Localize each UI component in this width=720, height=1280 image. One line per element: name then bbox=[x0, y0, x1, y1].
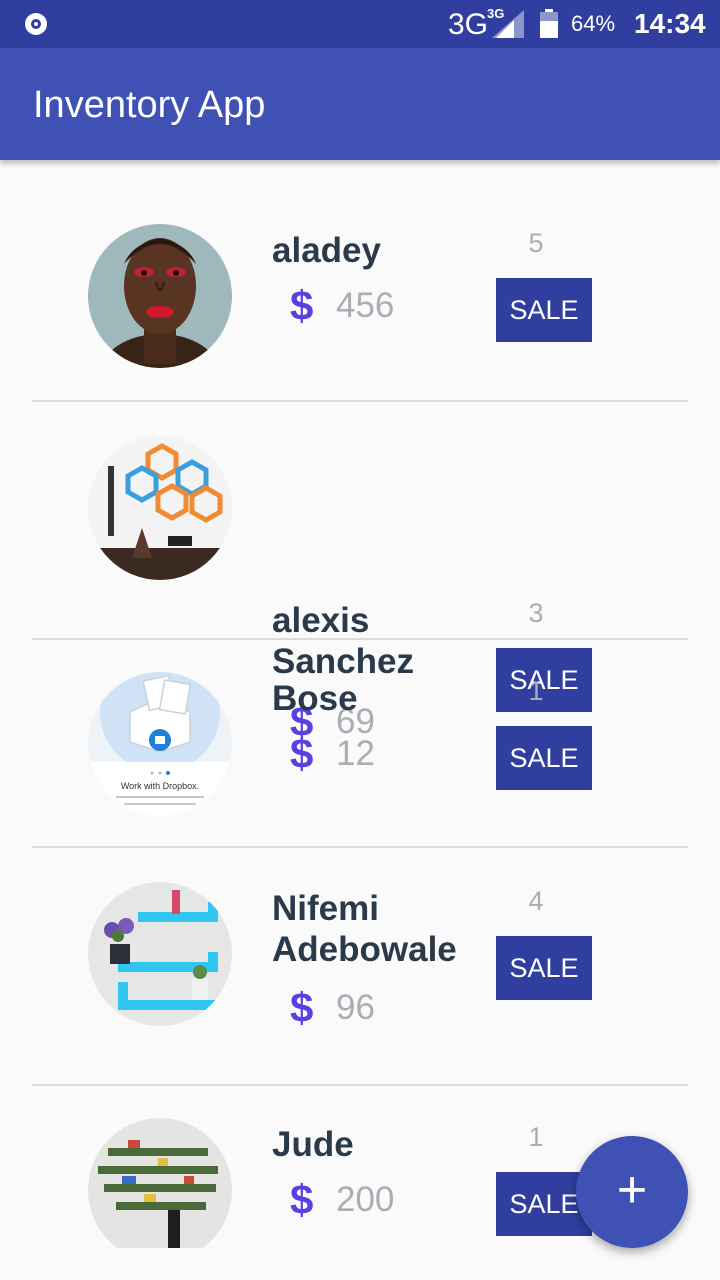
product-image: Work with Dropbox. bbox=[88, 672, 232, 816]
app-title: Inventory App bbox=[33, 84, 266, 126]
product-quantity: 3 bbox=[528, 598, 544, 628]
currency-symbol: $ bbox=[290, 730, 314, 777]
thumb-caption: Work with Dropbox. bbox=[121, 781, 199, 791]
screen: 3G 3G 64% 14:34 Inventory App aladey $ 4… bbox=[0, 0, 720, 1280]
battery-icon bbox=[540, 9, 558, 38]
clock: 14:34 bbox=[634, 8, 706, 39]
product-image bbox=[88, 436, 232, 580]
product-row[interactable]: aladey $ 456 5 SALE bbox=[0, 160, 720, 402]
product-price: 200 bbox=[336, 1180, 395, 1219]
product-image bbox=[88, 882, 232, 1026]
currency-symbol: $ bbox=[290, 984, 314, 1031]
sale-button[interactable]: SALE bbox=[496, 936, 592, 1000]
product-row[interactable]: Nifemi Adebowale $ 96 4 SALE bbox=[0, 848, 720, 1086]
product-quantity: 1 bbox=[528, 1122, 544, 1152]
product-list[interactable]: aladey $ 456 5 SALE alexis Sanchez $ 69 … bbox=[0, 160, 720, 1248]
currency-symbol: $ bbox=[290, 282, 314, 329]
product-quantity: 5 bbox=[528, 228, 544, 258]
product-price: 456 bbox=[336, 286, 395, 325]
product-row[interactable]: alexis Sanchez $ 69 3 SALE bbox=[0, 402, 720, 745]
product-name: Jude bbox=[272, 1125, 354, 1164]
record-icon bbox=[25, 13, 47, 35]
add-product-button[interactable]: + bbox=[576, 1136, 688, 1248]
product-price: 12 bbox=[336, 734, 375, 773]
product-name: aladey bbox=[272, 231, 381, 270]
product-name: Nifemi Adebowale bbox=[272, 889, 457, 969]
currency-symbol: $ bbox=[290, 1176, 314, 1223]
signal-icon bbox=[492, 10, 524, 38]
product-name: Bose bbox=[272, 679, 358, 718]
app-bar: Inventory App bbox=[0, 48, 720, 160]
product-quantity: 1 bbox=[528, 676, 544, 706]
product-row[interactable]: Work with Dropbox. Bose $ 12 1 SALE bbox=[0, 638, 720, 848]
product-price: 96 bbox=[336, 988, 375, 1027]
network-type: 3G bbox=[448, 8, 489, 41]
add-icon: + bbox=[616, 1161, 648, 1219]
product-image bbox=[88, 224, 232, 368]
status-bar: 3G 3G 64% 14:34 bbox=[0, 0, 720, 48]
sale-button[interactable]: SALE bbox=[496, 726, 592, 790]
product-quantity: 4 bbox=[528, 886, 544, 916]
sale-button[interactable]: SALE bbox=[496, 278, 592, 342]
battery-percentage: 64% bbox=[571, 11, 616, 36]
product-image bbox=[88, 1118, 232, 1248]
